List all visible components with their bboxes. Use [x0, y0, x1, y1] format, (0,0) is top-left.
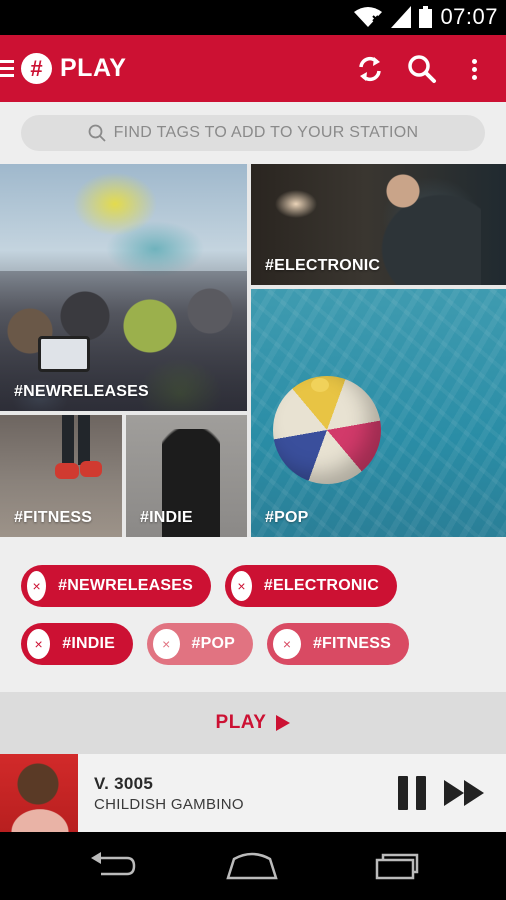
chip-label: #POP: [191, 635, 235, 652]
selected-tag-chip: × #NEWRELEASES: [21, 565, 211, 607]
now-playing-bar[interactable]: V. 3005 CHILDISH GAMBINO: [0, 754, 506, 832]
tile-pop[interactable]: #POP: [251, 289, 506, 537]
clock: 07:07: [440, 4, 498, 29]
tag-search-input[interactable]: FIND TAGS TO ADD TO YOUR STATION: [21, 115, 485, 151]
selected-tag-chip: × #ELECTRONIC: [225, 565, 397, 607]
search-strip: FIND TAGS TO ADD TO YOUR STATION: [0, 102, 506, 164]
tile-label: #POP: [265, 509, 309, 526]
remove-icon[interactable]: ×: [27, 571, 47, 601]
search-icon: [88, 124, 106, 142]
tile-label: #ELECTRONIC: [265, 257, 381, 274]
refresh-icon: [359, 56, 381, 82]
status-icons: 07:07: [353, 4, 498, 30]
app-bar: # PLAY: [0, 35, 506, 102]
chip-label: #ELECTRONIC: [263, 577, 379, 594]
recent-apps-icon[interactable]: [364, 850, 424, 882]
remove-icon[interactable]: ×: [231, 571, 252, 601]
play-icon: [276, 715, 291, 731]
home-icon[interactable]: [222, 850, 282, 882]
remove-icon[interactable]: ×: [273, 629, 301, 659]
tile-indie[interactable]: #INDIE: [126, 415, 247, 537]
tile-label: #INDIE: [140, 509, 193, 526]
tile-label: #FITNESS: [14, 509, 93, 526]
pause-icon[interactable]: [398, 776, 426, 810]
menu-icon[interactable]: [0, 60, 14, 78]
selected-tags: × #NEWRELEASES × #ELECTRONIC × #INDIE × …: [0, 537, 506, 692]
tile-label: #NEWRELEASES: [14, 383, 149, 400]
remove-icon[interactable]: ×: [153, 629, 180, 659]
play-station-button[interactable]: PLAY: [0, 692, 506, 754]
tile-image-detail: [55, 463, 79, 479]
more-vert-icon: [471, 56, 477, 83]
tile-image-detail: [311, 378, 329, 392]
system-nav-bar: [0, 832, 506, 900]
tile-newreleases[interactable]: #NEWRELEASES: [0, 164, 247, 411]
chip-label: #INDIE: [62, 635, 115, 652]
fast-forward-icon[interactable]: [444, 780, 486, 806]
app-title: PLAY: [60, 54, 127, 82]
album-art: [0, 754, 78, 832]
search-icon: [408, 55, 436, 83]
tile-image-detail: [38, 336, 90, 372]
beach-ball-image: [273, 376, 381, 484]
status-bar: 07:07: [0, 0, 506, 35]
chip-label: #NEWRELEASES: [58, 577, 193, 594]
back-icon[interactable]: [82, 850, 142, 882]
battery-icon: [419, 6, 433, 28]
wifi-icon: [353, 6, 383, 28]
selected-tag-chip: × #FITNESS: [267, 623, 409, 665]
selected-tag-chip: × #POP: [147, 623, 253, 665]
tile-fitness[interactable]: #FITNESS: [0, 415, 122, 537]
remove-icon[interactable]: ×: [27, 629, 51, 659]
track-title: V. 3005: [94, 774, 154, 793]
selected-tag-chip: × #INDIE: [21, 623, 133, 665]
signal-icon: [391, 6, 412, 28]
search-button[interactable]: [405, 52, 439, 86]
tile-electronic[interactable]: #ELECTRONIC: [251, 164, 506, 285]
more-options-button[interactable]: [457, 52, 491, 86]
tile-image: [62, 415, 90, 465]
tag-tile-grid: #NEWRELEASES #ELECTRONIC #POP #FITNESS #…: [0, 164, 506, 537]
tile-image: [371, 169, 481, 285]
app-logo: #: [21, 53, 52, 84]
play-label: PLAY: [215, 712, 267, 733]
artist-name: CHILDISH GAMBINO: [94, 796, 244, 813]
chip-label: #FITNESS: [312, 635, 391, 652]
search-placeholder: FIND TAGS TO ADD TO YOUR STATION: [113, 124, 419, 141]
tile-image-detail: [80, 461, 102, 477]
refresh-button[interactable]: [353, 52, 387, 86]
